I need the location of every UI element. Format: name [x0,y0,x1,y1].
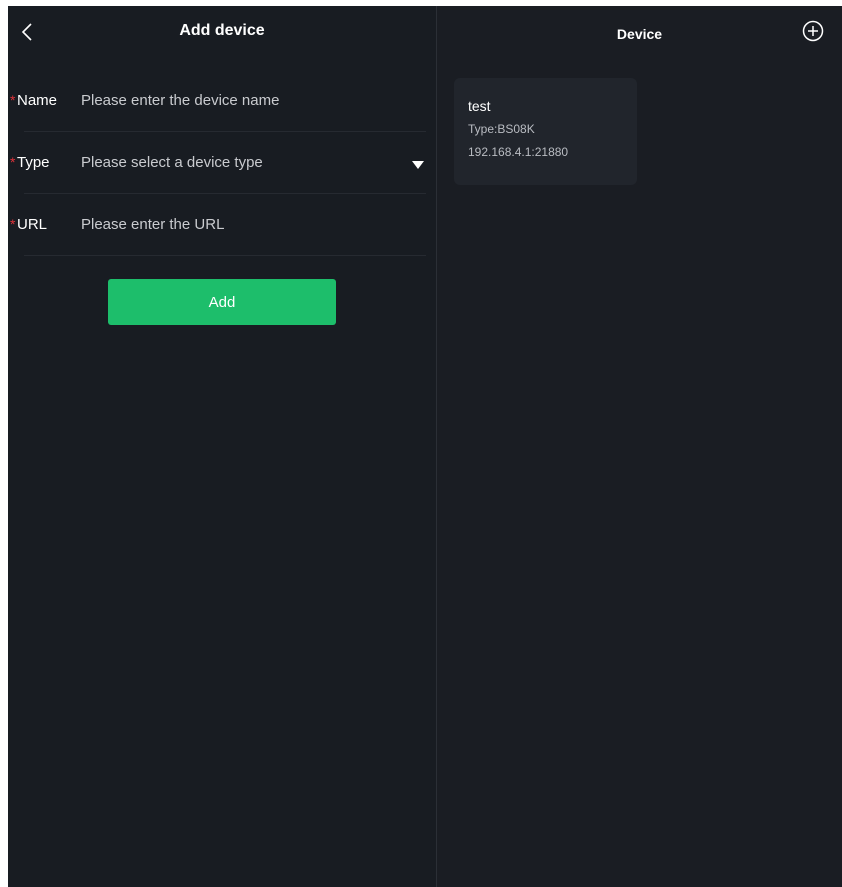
row-divider [24,255,426,256]
device-name: test [468,98,491,114]
required-mark: * [10,154,16,170]
device-list-screen: Device test Type:BS08K 192.168.4.1:21880 [437,6,842,887]
triangle-down-icon[interactable] [412,157,424,169]
required-mark: * [10,92,16,108]
add-button[interactable]: Add [108,279,336,325]
url-label: URL [17,216,48,233]
plus-circle-icon[interactable] [802,20,824,42]
url-row: * URL [8,194,426,256]
page-title: Add device [179,22,265,39]
url-input[interactable] [81,212,386,236]
type-label: Type [17,154,50,171]
name-label: Name [17,92,58,109]
device-page-title: Device [616,26,663,42]
device-address: 192.168.4.1:21880 [468,145,569,159]
add-device-header: Add device [8,6,436,58]
name-input[interactable] [81,88,386,112]
type-select[interactable]: Please select a device type [81,154,263,171]
device-card[interactable]: test Type:BS08K 192.168.4.1:21880 [454,78,637,185]
device-type: Type:BS08K [468,122,535,136]
type-row[interactable]: * Type Please select a device type [8,132,426,194]
add-device-screen: Add device * Name * Type Please select a… [8,6,436,887]
name-row: * Name [8,70,426,132]
required-mark: * [10,216,16,232]
